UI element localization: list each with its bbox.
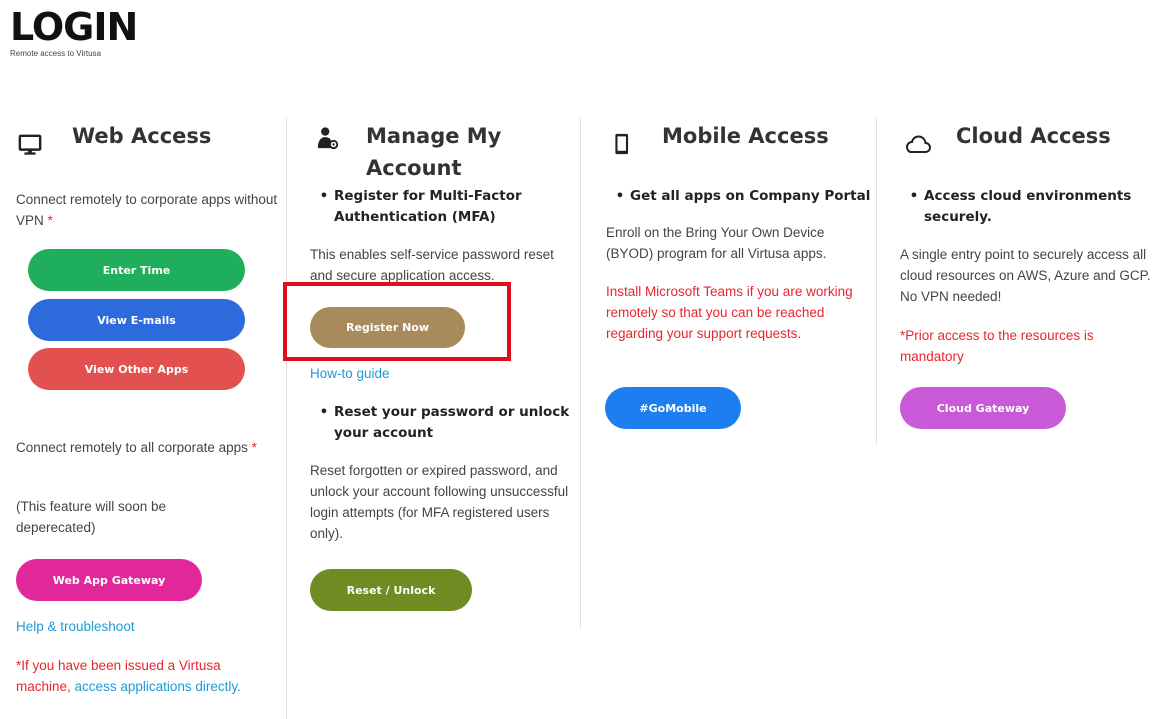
web-app-description: Connect remotely to all corporate apps * — [16, 440, 257, 455]
monitor-icon — [18, 134, 42, 155]
teams-note: Install Microsoft Teams if you are worki… — [606, 284, 853, 341]
how-to-guide-link[interactable]: How-to guide — [310, 366, 390, 381]
reset-unlock-button[interactable]: Reset / Unlock — [310, 569, 472, 611]
company-portal-bullet: • Get all apps on Company Portal — [615, 188, 871, 204]
cloud-access-section: Cloud Access • Access cloud environments… — [898, 115, 1153, 429]
column-separator — [286, 118, 287, 719]
web-access-description: Connect remotely to corporate apps witho… — [16, 192, 278, 228]
view-other-apps-button[interactable]: View Other Apps — [28, 348, 245, 390]
cloud-environments-bullet: • Access cloud environments securely. — [909, 188, 1132, 225]
logo: LOGIN Remote access to Virtusa — [10, 5, 138, 58]
web-access-title: Web Access — [72, 124, 212, 148]
column-separator — [876, 118, 877, 444]
web-access-header: Web Access — [14, 115, 284, 171]
cloud-access-title: Cloud Access — [956, 124, 1111, 148]
mobile-access-title: Mobile Access — [662, 124, 829, 148]
go-mobile-button[interactable]: #GoMobile — [605, 387, 741, 429]
access-applications-link[interactable]: access applications directly. — [75, 679, 241, 694]
enter-time-button[interactable]: Enter Time — [28, 249, 245, 291]
highlight-box — [283, 282, 511, 361]
view-emails-button[interactable]: View E-mails — [28, 299, 245, 341]
column-separator — [580, 118, 581, 628]
logo-subtitle: Remote access to Virtusa — [10, 49, 102, 58]
deprecation-note: (This feature will soon be deperecated) — [16, 499, 167, 535]
cloud-gateway-button[interactable]: Cloud Gateway — [900, 387, 1066, 429]
cloud-icon — [905, 135, 932, 153]
prior-access-note: *Prior access to the resources is mandat… — [900, 328, 1094, 364]
manage-account-section: Manage My Account • Register for Multi-F… — [308, 115, 580, 611]
logo-text: LOGIN — [10, 5, 138, 49]
mfa-description: This enables self-service password reset… — [310, 247, 554, 283]
byod-description: Enroll on the Bring Your Own Device (BYO… — [606, 225, 827, 261]
issued-machine-note: *If you have been issued a Virtusa machi… — [16, 658, 241, 694]
cloud-description: A single entry point to securely access … — [900, 247, 1151, 304]
reset-password-bullet: • Reset your password or unlock your acc… — [319, 404, 570, 441]
web-access-section: Web Access Connect remotely to corporate… — [14, 115, 284, 694]
reset-description: Reset forgotten or expired password, and… — [310, 463, 569, 541]
manage-account-title: Manage My Account — [366, 124, 502, 180]
web-app-gateway-button[interactable]: Web App Gateway — [16, 559, 202, 601]
mobile-access-header: Mobile Access — [604, 115, 874, 171]
user-gear-icon — [317, 127, 339, 150]
help-troubleshoot-link[interactable]: Help & troubleshoot — [16, 619, 135, 634]
mobile-access-section: Mobile Access • Get all apps on Company … — [604, 115, 874, 429]
manage-account-header: Manage My Account — [308, 115, 580, 185]
phone-icon — [615, 133, 629, 155]
mfa-bullet: • Register for Multi-Factor Authenticati… — [319, 188, 522, 225]
cloud-access-header: Cloud Access — [898, 115, 1153, 171]
